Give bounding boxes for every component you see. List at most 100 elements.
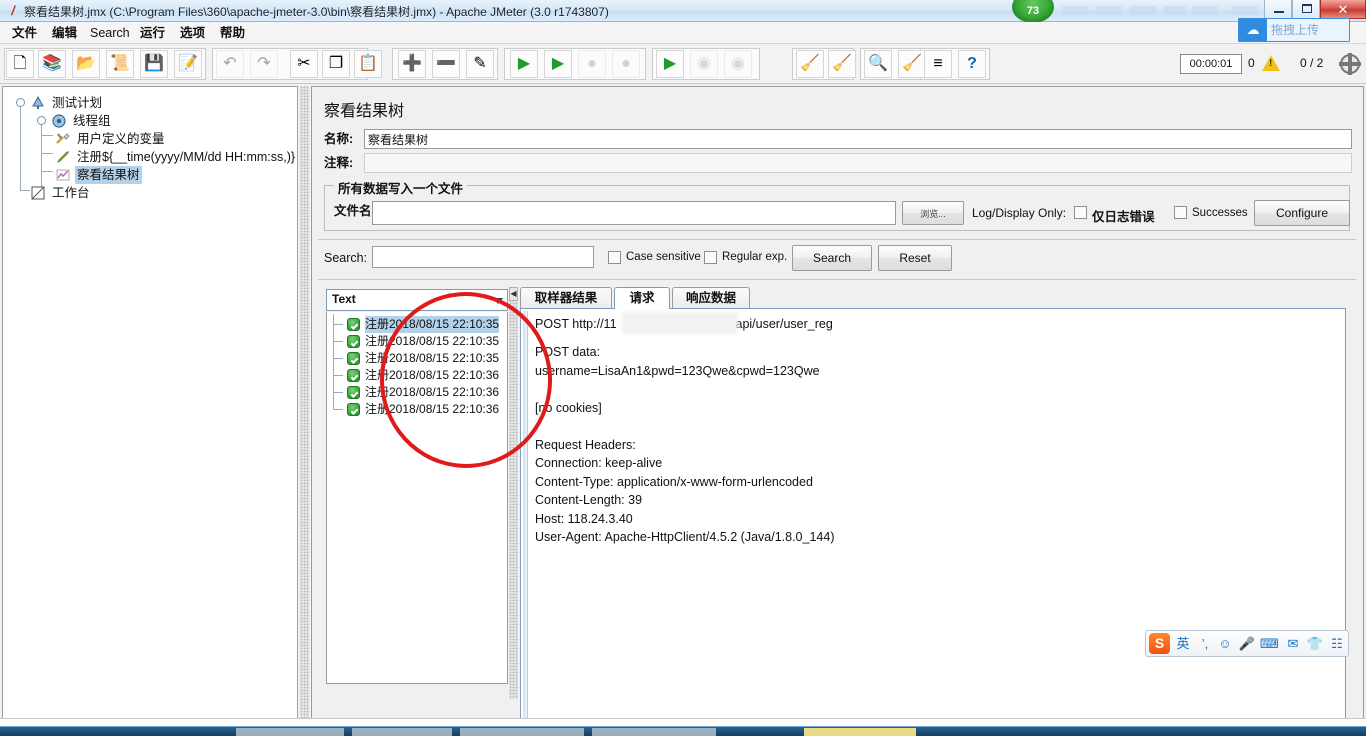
expand-all-button[interactable]: ➕ [398,50,426,78]
tab-sampler-result[interactable]: 取样器结果 [520,287,612,309]
menu-file[interactable]: 文件 [8,25,41,42]
ime-skin-icon[interactable]: 👕 [1306,635,1324,653]
gear-icon[interactable] [1339,53,1361,75]
regular-exp-checkbox[interactable] [704,251,717,264]
taskbar-item[interactable] [352,728,452,736]
ime-punctuation-icon[interactable]: ’, [1196,635,1214,653]
save-button[interactable]: 💾 [140,50,168,78]
start-no-pauses-button[interactable]: ▶ [544,50,572,78]
clear-button[interactable]: 🧹 [796,50,824,78]
jmeter-feather-icon: / [11,3,15,18]
redo-button[interactable]: ↷ [250,50,278,78]
search-button[interactable]: Search [792,245,872,271]
new-button[interactable]: 🗋 [6,50,34,78]
tree-node-label: 用户定义的变量 [77,132,165,146]
test-plan-tree-panel[interactable]: 测试计划 线程组 用户定义的变量 注册${__time(yyyy/MM/dd H… [2,86,298,722]
reset-button[interactable]: Reset [878,245,952,271]
shutdown-button[interactable]: ● [612,50,640,78]
results-list[interactable]: 注册2018/08/15 22:10:35 注册2018/08/15 22:10… [326,312,508,684]
save-as-button[interactable]: 📝 [174,50,202,78]
menu-edit[interactable]: 编辑 [48,25,81,42]
search-input[interactable] [372,246,594,268]
successes-label: Successes [1192,207,1248,219]
errors-only-checkbox[interactable] [1074,206,1087,219]
request-detail-panel[interactable]: POST http://11 api/user/user_reg POST da… [520,308,1346,736]
remote-stop-all-button[interactable]: ◉ [690,50,718,78]
ime-emoji-icon[interactable]: ☺ [1216,635,1234,653]
function-helper-button[interactable]: ≡ [924,50,952,78]
tree-expander-test-plan[interactable] [16,98,25,107]
name-input[interactable]: 察看结果树 [364,129,1352,149]
elapsed-timer: 00:00:01 [1180,54,1242,74]
results-detail-splitter[interactable]: ◀ [509,287,518,699]
open-button[interactable]: 📂 [72,50,100,78]
ghost-ui-4 [1164,6,1186,15]
menu-help[interactable]: 帮助 [216,25,249,42]
ime-language-icon[interactable]: 英 [1174,635,1192,653]
help-button[interactable]: ? [958,50,986,78]
menu-run[interactable]: 运行 [136,25,169,42]
user-variables-icon [55,131,72,147]
ime-toolbox-icon[interactable]: ☷ [1328,635,1346,653]
ghost-ui-1 [1062,6,1088,15]
minus-icon: ➖ [436,55,456,72]
broom-icon: 🧹 [800,55,820,72]
tree-connector [41,171,53,172]
success-icon [347,335,360,348]
undo-button[interactable]: ↶ [216,50,244,78]
remote-stop-icon: ◉ [697,55,711,72]
toggle-button[interactable]: ✎ [466,50,494,78]
filename-input[interactable] [372,201,896,225]
menu-search[interactable]: Search [86,25,134,42]
tree-node-label: 工作台 [52,186,90,200]
browse-button[interactable]: 浏览... [902,201,964,225]
comment-input[interactable] [364,153,1352,173]
list-item-label: 注册2018/08/15 22:10:36 [365,368,500,382]
collapse-all-button[interactable]: ➖ [432,50,460,78]
close-button[interactable]: ✕ [1320,0,1366,19]
renderer-combobox[interactable]: Text [326,289,508,311]
search-toolbar-button[interactable]: 🔍 [864,50,892,78]
remote-shutdown-all-button[interactable]: ◉ [724,50,752,78]
copy-button[interactable]: ❐ [322,50,350,78]
tab-response-data[interactable]: 响应数据 [672,287,750,309]
toolbar: 🗋 📚 📂 📜 💾 📝 ↶ ↷ ✂ ❐ 📋 ➕ ➖ ✎ ▶ ▶ ● ● ▶ ◉ … [0,44,1366,84]
successes-checkbox[interactable] [1174,206,1187,219]
minimize-button[interactable] [1264,0,1292,19]
sogou-ime-toolbar[interactable]: S 英 ’, ☺ 🎤 ⌨ ✉ 👕 ☷ [1145,630,1349,657]
taskbar-item-active[interactable] [804,728,916,736]
maximize-button[interactable] [1292,0,1320,19]
clear-all-button[interactable]: 🧹 [828,50,856,78]
request-url-suffix: api/user/user_reg [735,317,833,331]
write-all-data-group-title: 所有数据写入一个文件 [334,178,468,197]
ime-microphone-icon[interactable]: 🎤 [1238,635,1256,653]
cut-button[interactable]: ✂ [290,50,318,78]
ghost-ui-6 [1232,6,1258,15]
templates-button[interactable]: 📚 [38,50,66,78]
tab-request[interactable]: 请求 [614,287,670,309]
main-splitter[interactable] [300,86,309,722]
splitter-collapse-handle[interactable]: ◀ [509,287,518,301]
close-plan-button[interactable]: 📜 [106,50,134,78]
start-button[interactable]: ▶ [510,50,538,78]
ime-inbox-icon[interactable]: ✉ [1284,635,1302,653]
paste-button[interactable]: 📋 [354,50,382,78]
case-sensitive-checkbox[interactable] [608,251,621,264]
windows-taskbar[interactable] [0,726,1366,736]
results-tree-connector [333,314,334,410]
remote-start-all-button[interactable]: ▶ [656,50,684,78]
taskbar-item[interactable] [236,728,344,736]
taskbar-item[interactable] [592,728,716,736]
copy-icon: ❐ [328,55,344,72]
sogou-logo-icon[interactable]: S [1149,633,1170,654]
warning-triangle-icon[interactable] [1262,55,1280,71]
drag-upload-widget[interactable]: ☁ 拖拽上传 [1238,18,1350,42]
tree-expander-thread-group[interactable] [37,116,46,125]
stop-button[interactable]: ● [578,50,606,78]
ime-soft-keyboard-icon[interactable]: ⌨ [1260,635,1279,653]
configure-button[interactable]: Configure [1254,200,1350,226]
taskbar-item[interactable] [460,728,584,736]
view-results-tree-icon [55,167,72,183]
menu-options[interactable]: 选项 [176,25,209,42]
search-reset-button[interactable]: 🧹 [898,50,926,78]
